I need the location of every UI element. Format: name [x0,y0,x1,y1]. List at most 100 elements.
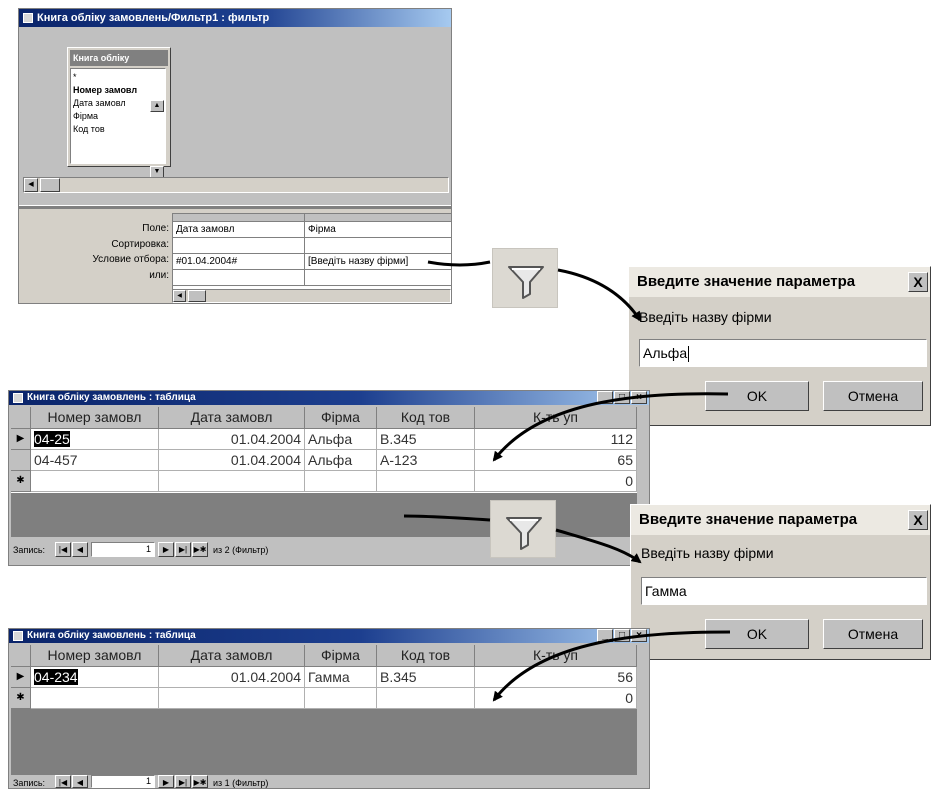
grid-sort-cell[interactable] [173,238,305,254]
upper-hscroll-left-button[interactable]: ◀ [24,178,38,192]
grid-field-cell[interactable]: Дата замовл [173,222,305,238]
cell-quantity[interactable]: 112 [475,429,637,450]
close-button[interactable]: × [631,629,647,642]
cell-product-code[interactable]: A-123 [377,450,475,471]
new-record-button[interactable]: ▶✱ [192,775,208,788]
dialog-2-input[interactable]: Гамма [641,577,927,605]
dialog-1-input[interactable]: Альфа [639,339,927,367]
cell-order-number[interactable]: 04-25 [31,429,159,450]
cell-quantity[interactable]: 65 [475,450,637,471]
column-header[interactable]: Дата замовл [159,407,305,429]
record-number-input[interactable]: 1 [91,775,155,788]
grid-header-cell[interactable] [173,214,305,222]
funnel-icon [508,266,544,299]
funnel-icon [506,517,542,550]
new-row-selector[interactable]: ✱ [11,471,31,492]
select-all-corner[interactable] [11,407,31,429]
column-header[interactable]: К-ть уп [475,645,637,667]
grid-or-cell[interactable] [173,270,305,286]
last-record-button[interactable]: ▶| [175,775,191,788]
table-2-title: Книга обліку замовлень : таблица [27,630,196,641]
grid-field-cell[interactable]: Фірма [305,222,452,238]
column-header[interactable]: Номер замовл [31,407,159,429]
field-list[interactable]: Книга обліку * Номер замовл Дата замовл … [67,47,171,178]
minimize-button[interactable]: _ [597,391,613,404]
new-row-cell[interactable] [159,471,305,492]
grid-hscroll[interactable]: ◀ [172,289,451,303]
new-record-button[interactable]: ▶✱ [192,542,208,557]
select-all-corner[interactable] [11,645,31,667]
prev-record-button[interactable]: ◀ [72,542,88,557]
field-list-scroll-up[interactable]: ▲ [150,100,164,112]
query-window-icon [23,13,33,23]
maximize-button[interactable]: □ [614,391,630,404]
dialog-2-cancel-button[interactable]: Отмена [823,619,923,649]
cell-quantity[interactable]: 56 [475,667,637,688]
dialog-1-ok-button[interactable]: OK [705,381,809,411]
last-record-button[interactable]: ▶| [175,542,191,557]
cell-order-number[interactable]: 04-457 [31,450,159,471]
column-header[interactable]: К-ть уп [475,407,637,429]
maximize-button[interactable]: □ [614,629,630,642]
grid-hscroll-left-button[interactable]: ◀ [173,290,186,302]
new-row-selector[interactable]: ✱ [11,688,31,709]
close-button[interactable]: × [631,391,647,404]
new-row-quantity[interactable]: 0 [475,688,637,709]
minimize-button[interactable]: _ [597,629,613,642]
row-selector[interactable] [11,450,31,471]
new-row-cell[interactable] [377,471,475,492]
first-record-button[interactable]: |◀ [55,542,71,557]
prev-record-button[interactable]: ◀ [72,775,88,788]
cell-product-code[interactable]: B.345 [377,429,475,450]
grid-criteria-cell[interactable]: [Введіть назву фірми] [305,254,452,270]
column-header[interactable]: Фірма [305,407,377,429]
cell-order-number[interactable]: 04-234 [31,667,159,688]
table-1-grid: Номер замовл Дата замовл Фірма Код тов К… [11,407,637,503]
dialog-1-title: Введите значение параметра [637,273,856,290]
cell-order-date[interactable]: 01.04.2004 [159,450,305,471]
cell-firm[interactable]: Альфа [305,450,377,471]
cell-firm[interactable]: Альфа [305,429,377,450]
row-selector-current[interactable]: ▶ [11,667,31,688]
new-row-cell[interactable] [305,471,377,492]
text-caret [688,346,690,363]
cell-product-code[interactable]: B.345 [377,667,475,688]
row-selector-current[interactable]: ▶ [11,429,31,450]
column-header[interactable]: Номер замовл [31,645,159,667]
cell-firm[interactable]: Гамма [305,667,377,688]
column-header[interactable]: Код тов [377,407,475,429]
row-label-sort: Сортировка: [111,239,169,250]
dialog-2-close-button[interactable]: X [908,510,928,530]
new-row-cell[interactable] [31,471,159,492]
new-row-quantity[interactable]: 0 [475,471,637,492]
grid-sort-cell[interactable] [305,238,452,254]
next-record-button[interactable]: ▶ [158,775,174,788]
first-record-button[interactable]: |◀ [55,775,71,788]
upper-hscroll-thumb[interactable] [40,178,60,192]
query-design-window: Книга обліку замовлень/Фильтр1 : фильтр … [18,8,452,304]
field-list-item[interactable]: Номер замовл [73,84,163,97]
new-row-cell[interactable] [31,688,159,709]
next-record-button[interactable]: ▶ [158,542,174,557]
column-header[interactable]: Фірма [305,645,377,667]
cell-order-date[interactable]: 01.04.2004 [159,429,305,450]
cell-order-date[interactable]: 01.04.2004 [159,667,305,688]
grid-hscroll-thumb[interactable] [188,290,206,302]
upper-hscroll[interactable]: ◀ [23,177,449,193]
column-header[interactable]: Дата замовл [159,645,305,667]
table-2-grid: Номер замовл Дата замовл Фірма Код тов К… [11,645,637,709]
filter-icon-badge [492,248,558,308]
grid-header-cell[interactable] [305,214,452,222]
dialog-1-close-button[interactable]: X [908,272,928,292]
new-row-cell[interactable] [305,688,377,709]
record-number-input[interactable]: 1 [91,542,155,557]
field-list-item[interactable]: Код тов [73,123,163,136]
grid-criteria-cell[interactable]: #01.04.2004# [173,254,305,270]
dialog-2-ok-button[interactable]: OK [705,619,809,649]
new-row-cell[interactable] [159,688,305,709]
column-header[interactable]: Код тов [377,645,475,667]
field-list-item[interactable]: * [73,71,163,84]
new-row-cell[interactable] [377,688,475,709]
grid-or-cell[interactable] [305,270,452,286]
dialog-1-cancel-button[interactable]: Отмена [823,381,923,411]
